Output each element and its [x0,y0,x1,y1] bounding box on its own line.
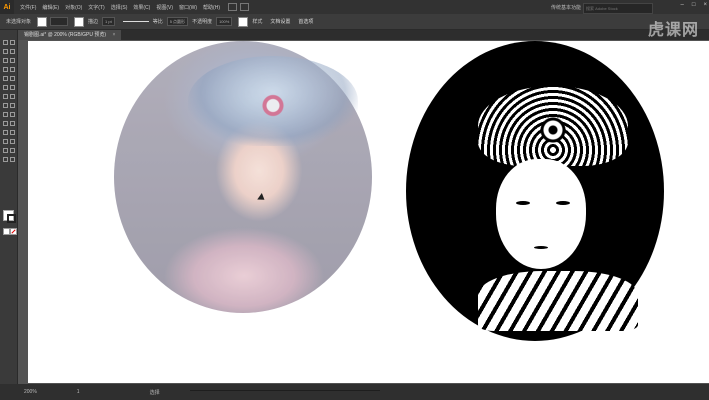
watermark-logo: 虎课网 [647,20,699,39]
variable-width-profile[interactable] [122,21,149,22]
close-tab-icon[interactable]: × [112,32,115,38]
zoom-level[interactable]: 200% [24,389,37,395]
magic-wand-tool-icon[interactable] [3,49,8,54]
artboard-tool-icon[interactable] [3,148,8,153]
traced-headdress [478,86,628,166]
eraser-tool-icon[interactable] [10,85,15,90]
photo-headdress [188,56,358,146]
style-label[interactable]: 样式 [252,18,262,25]
document-setup-button[interactable]: 文档设置 [270,18,290,25]
document-tab-title: 锡剧图.ai* @ 200% (RGB/GPU 预览) [24,32,107,38]
document-tab[interactable]: 锡剧图.ai* @ 200% (RGB/GPU 预览) × [18,30,122,40]
brush-definition-field[interactable]: 5 点圆形 [166,17,189,26]
none-swatch[interactable] [10,228,17,235]
menu-edit[interactable]: 编辑(E) [42,4,59,11]
menu-file[interactable]: 文件(F) [20,4,36,11]
symbol-sprayer-tool-icon[interactable] [3,139,8,144]
control-bar: 未选择对象 描边 1 pt 等比 5 点圆形 不透明度 100% 样式 文档设置… [0,14,709,30]
menu-items: 文件(F) 编辑(E) 对象(O) 文字(T) 选择(S) 效果(C) 视图(V… [20,4,220,11]
stroke-color-swatch[interactable] [74,16,85,27]
rectangle-tool-icon[interactable] [3,76,8,81]
traced-right-eye [556,201,570,205]
direct-selection-tool-icon[interactable] [10,40,15,45]
traced-collar [478,271,638,331]
app-logo: Ai [0,0,14,14]
horizontal-scrollbar[interactable] [190,390,380,391]
pencil-tool-icon[interactable] [3,85,8,90]
scale-tool-icon[interactable] [10,94,15,99]
window-controls: – □ × [681,2,707,8]
curvature-tool-icon[interactable] [10,58,15,63]
gradient-tool-icon[interactable] [10,121,15,126]
pen-tool-icon[interactable] [3,58,8,63]
menu-type[interactable]: 文字(T) [88,4,104,11]
column-graph-tool-icon[interactable] [10,139,15,144]
shape-builder-tool-icon[interactable] [3,112,8,117]
artboard-canvas[interactable] [28,41,709,383]
style-swatch[interactable] [238,16,249,27]
minimize-icon[interactable]: – [681,2,684,8]
brush-label[interactable]: 等比 [153,18,163,25]
rotate-tool-icon[interactable] [3,94,8,99]
perspective-grid-tool-icon[interactable] [10,112,15,117]
traced-face [496,159,586,269]
search-stock-input[interactable] [583,3,653,14]
type-tool-icon[interactable] [3,67,8,72]
artboard-number[interactable]: 1 [77,389,80,395]
free-transform-tool-icon[interactable] [10,103,15,108]
zoom-tool-icon[interactable] [10,157,15,162]
line-tool-icon[interactable] [10,67,15,72]
slice-tool-icon[interactable] [10,148,15,153]
opacity-field[interactable]: 100% [216,17,233,26]
hand-tool-icon[interactable] [3,157,8,162]
bridge-icon[interactable] [228,3,237,11]
fill-dropdown[interactable] [50,17,69,26]
blend-tool-icon[interactable] [10,130,15,135]
status-bar: 200% 1 选择 [0,384,709,400]
eyedropper-tool-icon[interactable] [3,130,8,135]
traced-left-eye [516,201,530,205]
menu-effect[interactable]: 效果(C) [133,4,150,11]
width-tool-icon[interactable] [3,103,8,108]
menu-select[interactable]: 选择(S) [111,4,128,11]
selection-tool-icon[interactable] [3,40,8,45]
stroke-label[interactable]: 描边 [88,18,98,25]
mesh-tool-icon[interactable] [3,121,8,126]
document-tab-bar: 锡剧图.ai* @ 200% (RGB/GPU 预览) × [18,30,709,40]
opacity-label[interactable]: 不透明度 [192,18,212,25]
menu-help[interactable]: 帮助(H) [203,4,220,11]
paintbrush-tool-icon[interactable] [10,76,15,81]
menu-view[interactable]: 视图(V) [156,4,173,11]
menu-object[interactable]: 对象(O) [65,4,82,11]
maximize-icon[interactable]: □ [692,2,696,8]
traced-mouth [534,246,548,249]
arrange-documents-icon[interactable] [240,3,249,11]
workspace-switcher[interactable]: 传统基本功能 [551,4,581,11]
stroke-swatch[interactable] [7,214,16,223]
menu-bar: Ai 文件(F) 编辑(E) 对象(O) 文字(T) 选择(S) 效果(C) 视… [0,0,709,14]
status-text[interactable]: 选择 [150,389,160,396]
stroke-weight-field[interactable]: 1 pt [102,17,115,26]
close-icon[interactable]: × [703,2,707,8]
fill-color-swatch[interactable] [37,16,48,27]
selection-status: 未选择对象 [6,19,32,25]
lasso-tool-icon[interactable] [10,49,15,54]
color-mode-swatch[interactable] [3,228,10,235]
preferences-button[interactable]: 首选项 [298,18,313,25]
bridge-icons [228,3,249,11]
tools-panel [0,30,18,384]
menu-window[interactable]: 窗口(W) [179,4,197,11]
